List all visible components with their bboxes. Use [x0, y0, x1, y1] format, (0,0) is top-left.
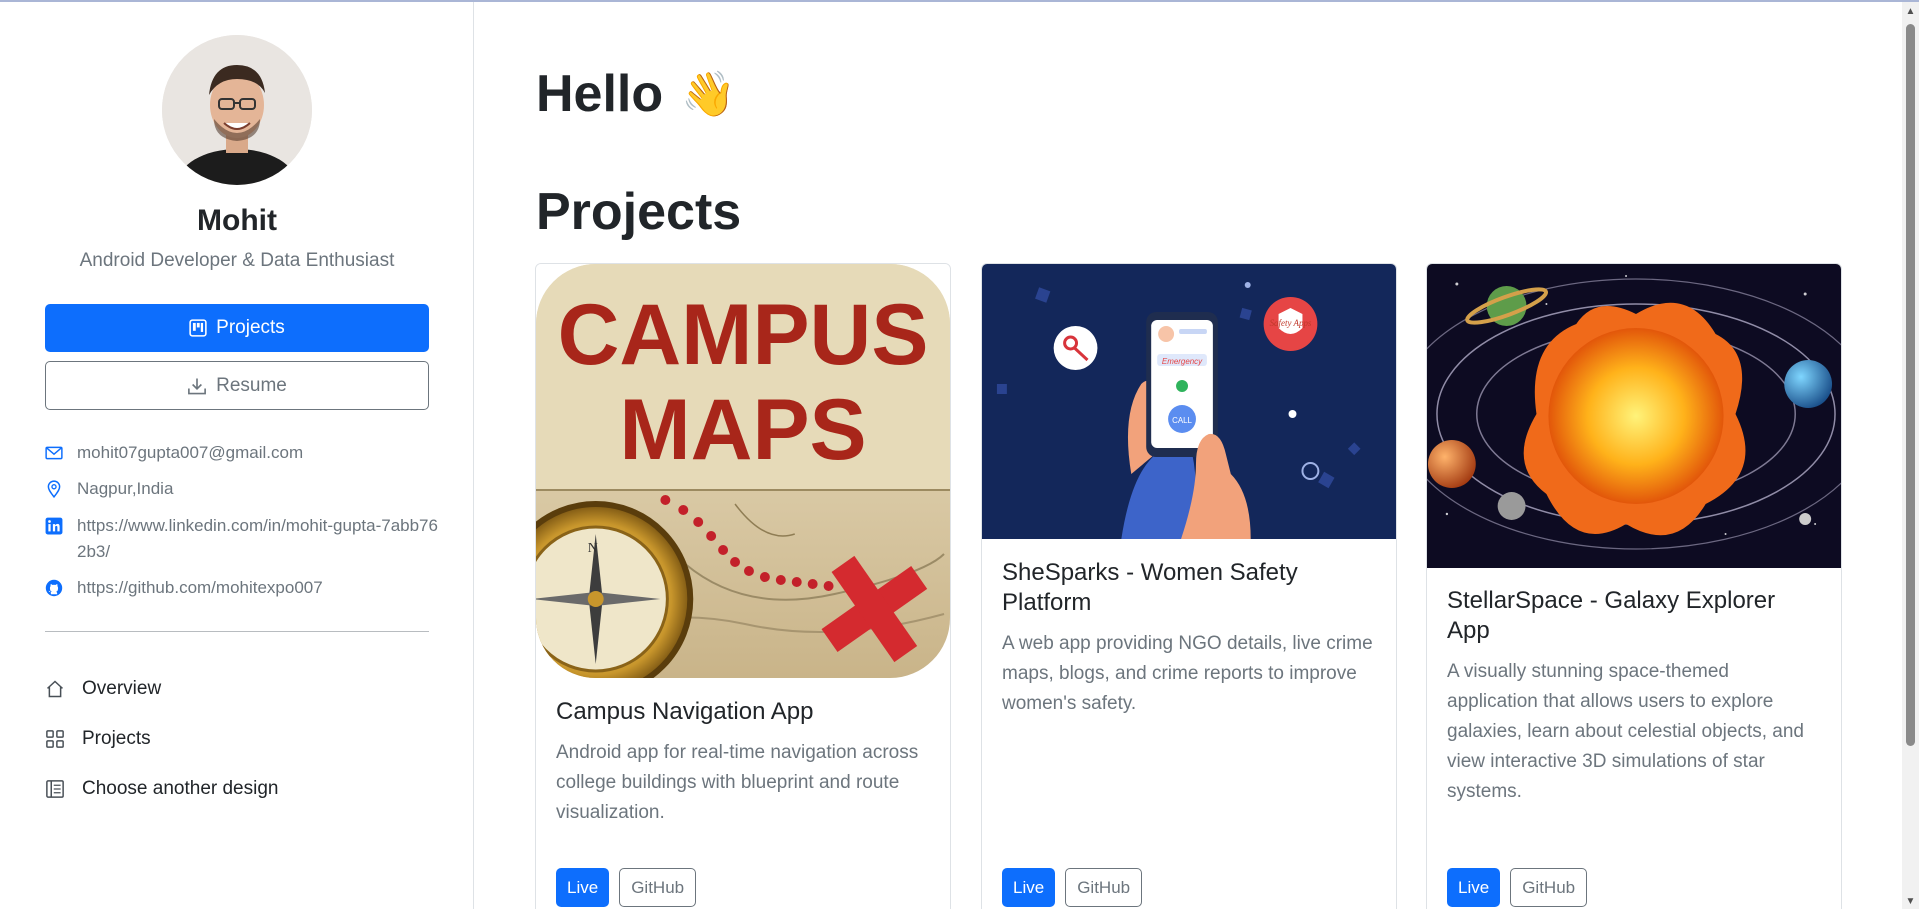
contact-linkedin-text: https://www.linkedin.com/in/mohit-gupta-… [77, 516, 438, 561]
nav-item-overview[interactable]: Overview [45, 674, 161, 704]
projects-section-title: Projects [536, 183, 742, 241]
linkedin-icon [45, 517, 63, 535]
kanban-icon [189, 319, 207, 337]
live-button[interactable]: Live [1447, 868, 1501, 907]
greeting-text: Hello [536, 65, 664, 123]
resume-button-label: Resume [216, 374, 287, 396]
campus-image-text-2: MAPS [619, 382, 866, 478]
resume-button[interactable]: Resume [45, 361, 429, 410]
nav-item-overview-label: Overview [82, 678, 162, 699]
page-scrollbar[interactable]: ▲ ▼ [1902, 2, 1919, 909]
github-icon [45, 579, 63, 597]
project-image-campus: N CAMPUS MAPS [536, 264, 950, 678]
project-image-stellarspace [1427, 264, 1841, 568]
contact-github[interactable]: https://github.com/mohitexpo007 [45, 575, 323, 601]
house-icon [45, 679, 65, 699]
project-actions-shesparks: Live GitHub [1002, 868, 1143, 907]
avatar-image [162, 35, 312, 185]
project-title-stellarspace: StellarSpace - Galaxy Explorer App [1447, 587, 1776, 644]
github-button[interactable]: GitHub [619, 868, 697, 907]
location-pin-icon [45, 480, 63, 499]
contact-email-text: mohit07gupta007@gmail.com [77, 443, 304, 462]
nav-item-projects[interactable]: Projects [45, 724, 151, 754]
project-title-campus: Campus Navigation App [556, 698, 814, 725]
project-title-shesparks: SheSparks - Women Safety Platform [1002, 559, 1298, 616]
live-button[interactable]: Live [556, 868, 610, 907]
greeting-heading: Hello 👋 [536, 64, 736, 124]
project-image-shesparks: Safety Apps Emergency CALL [982, 264, 1396, 539]
projects-button[interactable]: Projects [45, 304, 429, 352]
shesparks-image-button: CALL [1172, 416, 1192, 425]
grid-icon [45, 729, 65, 749]
scroll-up-arrow-icon[interactable]: ▲ [1905, 6, 1916, 17]
scrollbar-thumb[interactable] [1906, 24, 1915, 746]
avatar [162, 35, 312, 185]
contact-location-text: Nagpur,India [77, 479, 174, 498]
project-actions-campus: Live GitHub [556, 868, 697, 907]
nav-item-projects-label: Projects [82, 728, 151, 749]
project-card-stellarspace: StellarSpace - Galaxy Explorer App A vis… [1426, 263, 1842, 909]
shesparks-image-badge: Safety Apps [1270, 318, 1312, 328]
nav-item-choose-design[interactable]: Choose another design [45, 774, 278, 804]
contact-email[interactable]: mohit07gupta007@gmail.com [45, 440, 303, 466]
campus-image-text-1: CAMPUS [558, 287, 929, 383]
sidebar: Mohit Android Developer & Data Enthusias… [0, 2, 474, 909]
contact-location: Nagpur,India [45, 476, 173, 502]
contact-github-text: https://github.com/mohitexpo007 [77, 578, 323, 597]
project-actions-stellarspace: Live GitHub [1447, 868, 1588, 907]
project-card-campus: N CAMPUS MAPS Campus Navigation App Andr… [535, 263, 951, 909]
project-card-shesparks: Safety Apps Emergency CALL SheSparks - W… [981, 263, 1397, 909]
journal-icon [45, 779, 65, 799]
shesparks-image-label: Emergency [1162, 357, 1203, 366]
project-desc-shesparks: A web app providing NGO details, live cr… [1002, 633, 1373, 714]
envelope-icon [45, 444, 63, 462]
github-button[interactable]: GitHub [1510, 868, 1588, 907]
scroll-down-arrow-icon[interactable]: ▼ [1905, 896, 1916, 907]
project-desc-campus: Android app for real-time navigation acr… [556, 742, 919, 823]
nav-item-choose-design-label: Choose another design [82, 778, 279, 799]
github-button[interactable]: GitHub [1065, 868, 1143, 907]
download-icon [187, 376, 207, 396]
sidebar-divider [45, 631, 429, 632]
waving-hand-icon: 👋 [681, 70, 736, 119]
project-desc-stellarspace: A visually stunning space-themed applica… [1447, 661, 1805, 802]
profile-role: Android Developer & Data Enthusiast [79, 250, 395, 271]
profile-name: Mohit [197, 204, 277, 237]
live-button[interactable]: Live [1002, 868, 1056, 907]
contact-linkedin[interactable]: https://www.linkedin.com/in/mohit-gupta-… [45, 513, 445, 565]
projects-button-label: Projects [216, 317, 285, 338]
svg-text:N: N [588, 541, 598, 556]
